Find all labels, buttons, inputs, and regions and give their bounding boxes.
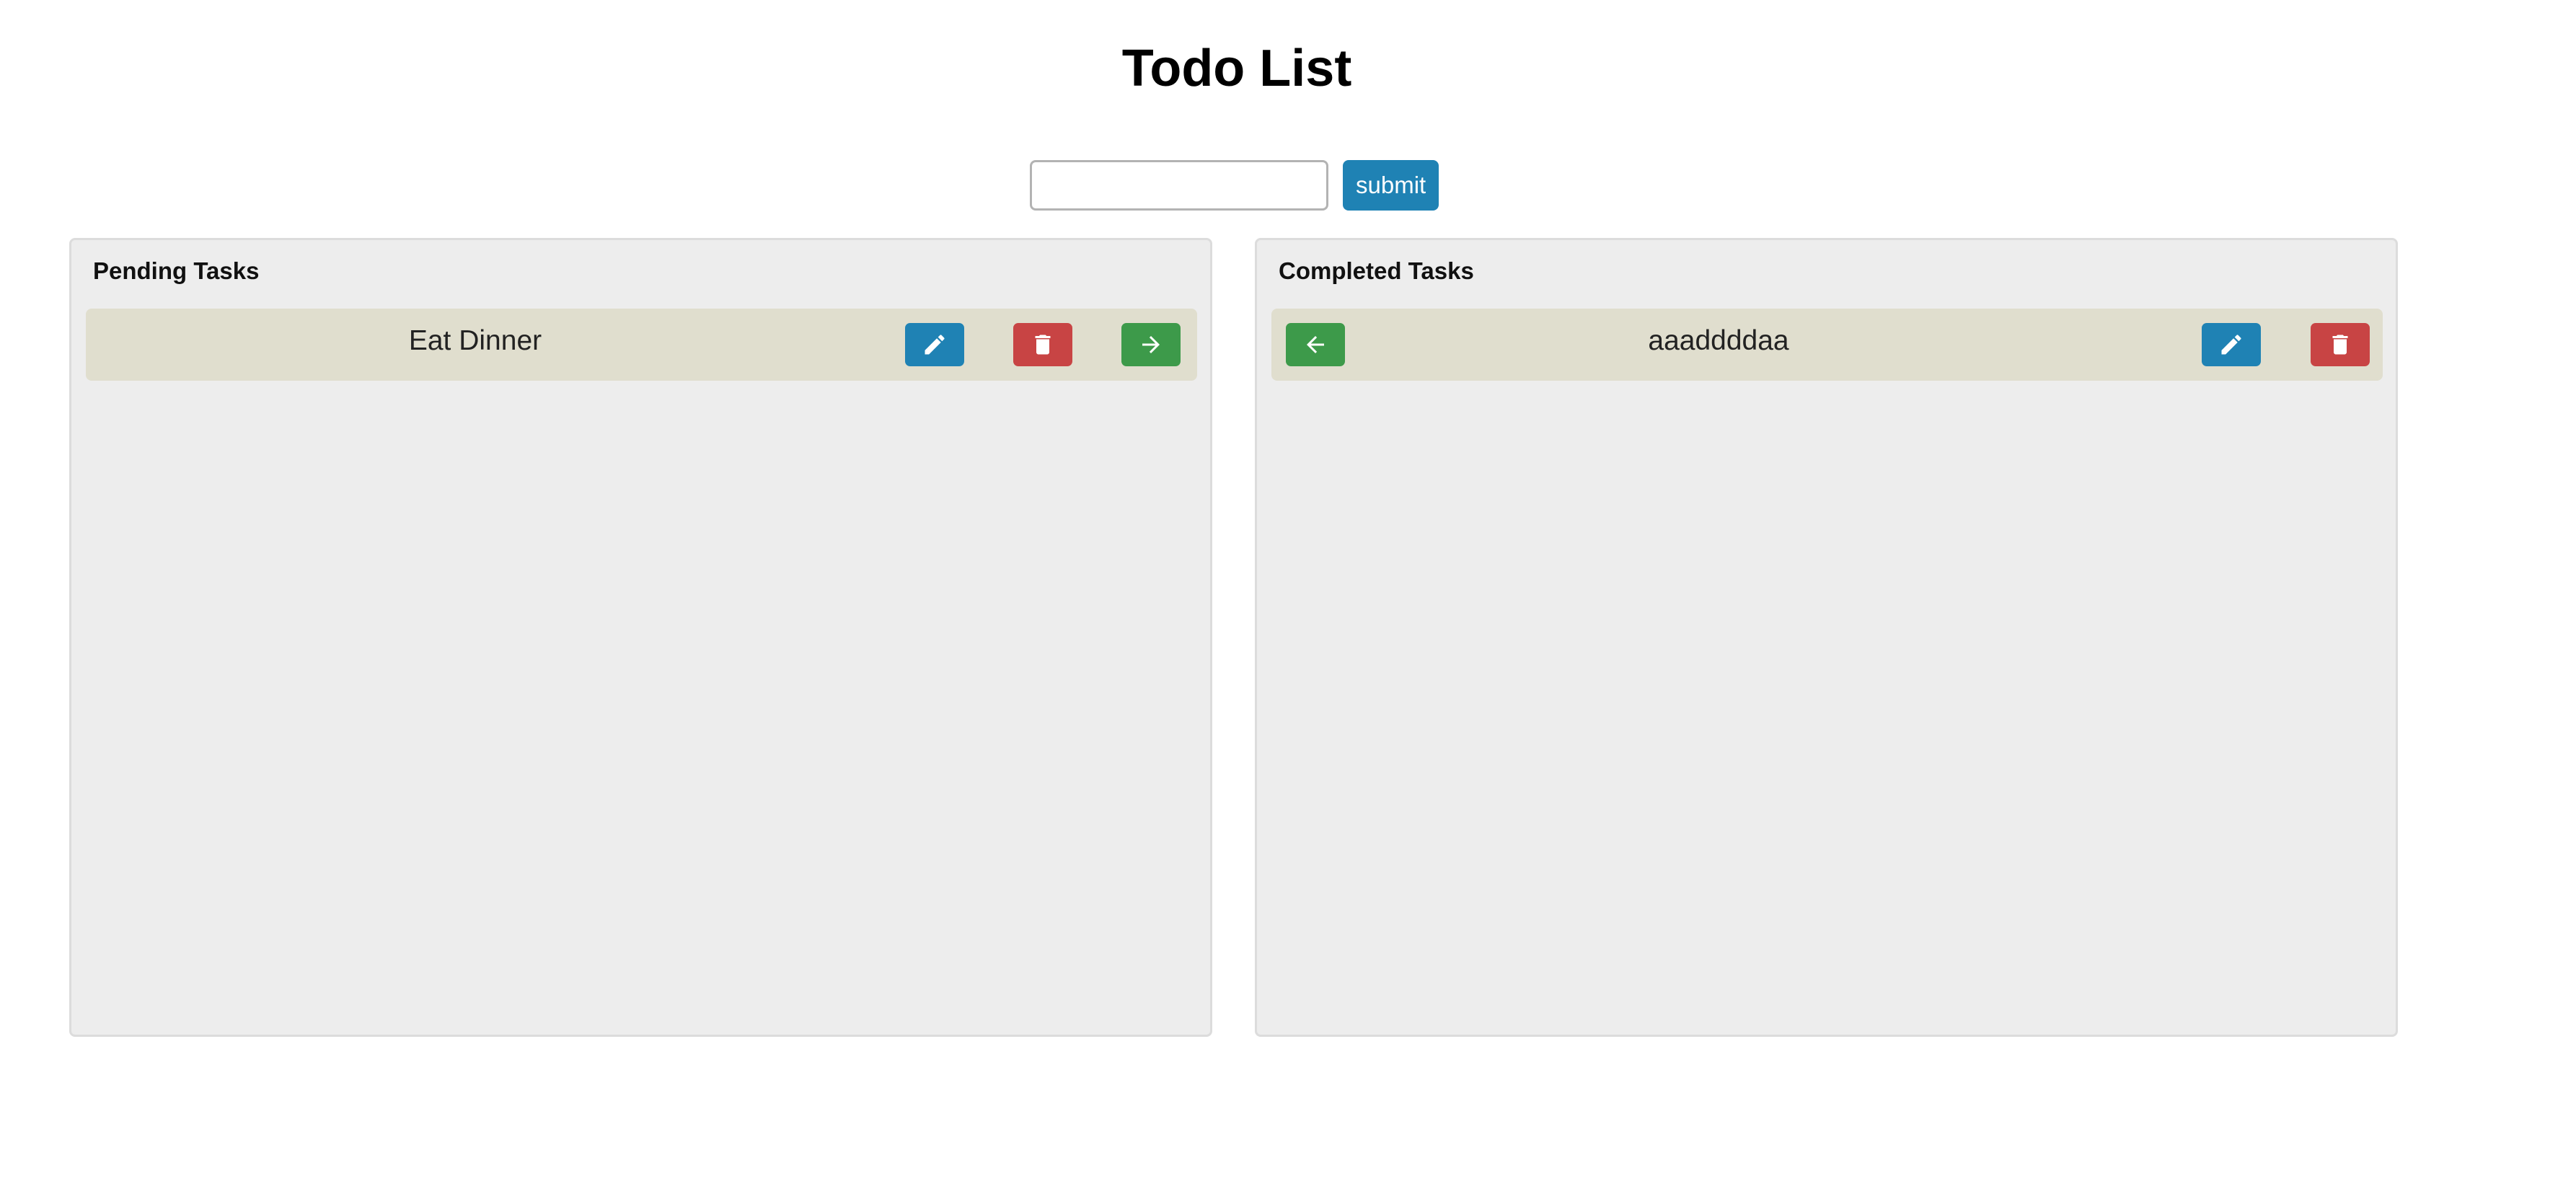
pending-tasks-title: Pending Tasks: [93, 257, 260, 284]
pending-task-row: Eat Dinner: [86, 309, 1197, 381]
delete-button[interactable]: [1013, 323, 1072, 366]
pending-tasks-panel: Pending Tasks Eat Dinner: [69, 238, 1212, 1037]
complete-task-button[interactable]: [1121, 323, 1181, 366]
pencil-icon: [2221, 335, 2241, 355]
completed-tasks-title: Completed Tasks: [1279, 257, 1474, 284]
arrow-left-icon: [1307, 336, 1324, 353]
submit-button[interactable]: submit: [1343, 160, 1439, 211]
delete-button[interactable]: [2311, 323, 2370, 366]
add-task-form: submit: [1030, 160, 1439, 211]
edit-button[interactable]: [905, 323, 964, 366]
trash-icon: [2332, 335, 2348, 355]
completed-task-row: aaaddddaa: [1271, 309, 2383, 381]
page-title: Todo List: [1121, 40, 1352, 97]
todo-app: Todo List submit Pending Tasks Eat Dinne…: [0, 0, 2576, 1194]
trash-icon: [1035, 335, 1051, 355]
pencil-icon: [925, 335, 945, 355]
completed-tasks-panel: Completed Tasks aaaddddaa: [1255, 238, 2398, 1037]
edit-button[interactable]: [2202, 323, 2261, 366]
undo-task-button[interactable]: [1286, 323, 1345, 366]
task-text: aaaddddaa: [1648, 325, 1789, 356]
task-text: Eat Dinner: [408, 325, 542, 356]
task-input[interactable]: [1030, 160, 1328, 211]
arrow-right-icon: [1142, 336, 1160, 353]
